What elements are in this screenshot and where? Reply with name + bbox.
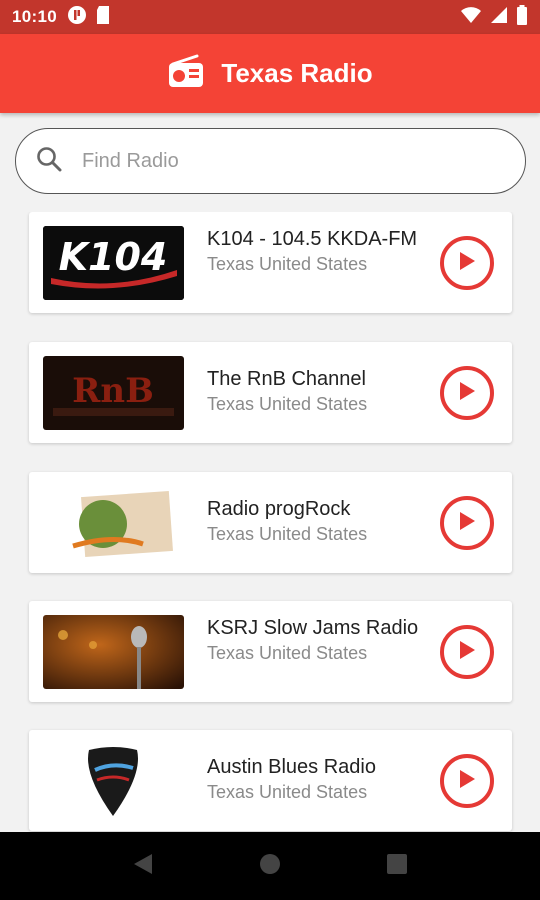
back-icon[interactable] bbox=[132, 852, 154, 881]
play-icon bbox=[457, 510, 477, 537]
play-button[interactable] bbox=[440, 754, 494, 808]
wifi-icon bbox=[460, 6, 482, 29]
station-list[interactable]: K104 K104 - 104.5 KKDA-FM Texas United S… bbox=[0, 212, 540, 832]
search-box[interactable] bbox=[15, 128, 526, 194]
play-button[interactable] bbox=[440, 625, 494, 679]
station-card[interactable]: Radio progRock Texas United States bbox=[29, 472, 512, 573]
station-name: K104 - 104.5 KKDA-FM bbox=[207, 228, 418, 250]
station-name: The RnB Channel bbox=[207, 368, 366, 390]
search-input[interactable] bbox=[82, 149, 462, 173]
svg-text:K104: K104 bbox=[59, 235, 168, 279]
play-button[interactable] bbox=[440, 496, 494, 550]
recents-icon[interactable] bbox=[386, 853, 408, 880]
k104-logo: K104 bbox=[43, 226, 184, 300]
station-card[interactable]: KSRJ Slow Jams Radio Texas United States bbox=[29, 601, 512, 702]
station-name: KSRJ Slow Jams Radio bbox=[207, 617, 419, 639]
play-button[interactable] bbox=[440, 366, 494, 420]
austin-blues-logo bbox=[43, 744, 184, 818]
home-icon[interactable] bbox=[259, 853, 281, 880]
station-name: Radio progRock bbox=[207, 498, 351, 520]
play-icon bbox=[457, 768, 477, 795]
rnb-channel-logo: RnB bbox=[43, 356, 184, 430]
prog-rock-logo bbox=[43, 486, 184, 560]
station-name: Austin Blues Radio bbox=[207, 756, 376, 778]
media-icon bbox=[67, 5, 87, 30]
station-location: Texas United States bbox=[207, 524, 368, 544]
play-icon bbox=[457, 380, 477, 407]
app-title: Texas Radio bbox=[221, 58, 373, 88]
sd-card-icon bbox=[95, 5, 111, 30]
station-location: Texas United States bbox=[207, 643, 368, 663]
svg-text:RnB: RnB bbox=[72, 371, 154, 411]
station-card[interactable]: Austin Blues Radio Texas United States bbox=[29, 730, 512, 831]
play-icon bbox=[457, 639, 477, 666]
app-bar: Texas Radio bbox=[0, 34, 540, 113]
station-card[interactable]: K104 K104 - 104.5 KKDA-FM Texas United S… bbox=[29, 212, 512, 313]
play-icon bbox=[457, 250, 477, 277]
station-card[interactable]: RnB The RnB Channel Texas United States bbox=[29, 342, 512, 443]
nav-bar bbox=[0, 832, 540, 900]
station-location: Texas United States bbox=[207, 782, 368, 802]
microphone-logo bbox=[43, 615, 184, 689]
status-bar: 10:10 bbox=[0, 0, 540, 34]
battery-icon bbox=[516, 4, 528, 30]
signal-icon bbox=[490, 6, 508, 29]
station-location: Texas United States bbox=[207, 394, 368, 414]
search-icon bbox=[36, 146, 62, 177]
status-time: 10:10 bbox=[12, 7, 57, 26]
radio-icon bbox=[167, 54, 205, 93]
station-location: Texas United States bbox=[207, 254, 368, 274]
play-button[interactable] bbox=[440, 236, 494, 290]
